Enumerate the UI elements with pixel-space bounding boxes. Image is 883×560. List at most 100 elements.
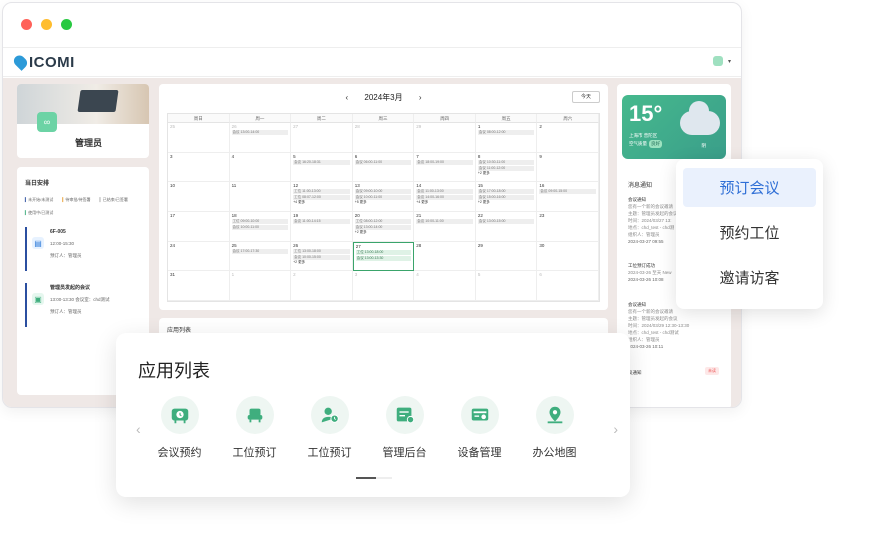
calendar-day[interactable]: 26 工位 13:00-18:00 会议 10:00-15:00 +2 更多 (291, 241, 353, 272)
more-events-link[interactable]: +2 更多 (478, 171, 535, 176)
schedule-item[interactable]: ▤ 6F-005 12:00-15:30 预订人：管理员 (25, 227, 141, 271)
calendar-day[interactable]: 20 工位 08:00-12:00 会议 13:00-14:00 +2 更多 (352, 211, 415, 242)
calendar-day[interactable]: 19 会议 11:00-14:15 (291, 211, 353, 242)
calendar-day[interactable]: 29 (414, 123, 476, 153)
calendar-day[interactable]: 4 (414, 271, 476, 301)
calendar-day[interactable]: 10 (168, 182, 230, 212)
carousel-prev-button[interactable]: ‹ (136, 421, 141, 437)
calendar-day[interactable]: 6 (537, 271, 599, 301)
calendar-day[interactable]: 21 会议 10:00-11:00 (414, 211, 476, 242)
more-events-link[interactable]: +2 更多 (478, 200, 535, 205)
calendar-day[interactable]: 18 工位 09:00-10:00 会议 10:00-11:00 (229, 211, 292, 242)
calendar-day[interactable]: 2 (291, 271, 353, 301)
calendar-day[interactable]: 3 (352, 271, 415, 301)
calendar-event[interactable]: 会议 10:00-11:00 (231, 224, 289, 230)
calendar-event[interactable]: 会议 06:00-11:00 (354, 159, 412, 165)
app-device-management[interactable]: 设备管理 (452, 396, 507, 460)
calendar-day[interactable]: 7 会议 18:00-19:00 (414, 152, 476, 183)
calendar-day[interactable]: 28 (414, 241, 476, 272)
legend-item: ▎待审批/待签署 (62, 197, 91, 202)
reserve-desk-option[interactable]: 预约工位 (683, 213, 816, 252)
calendar-event[interactable]: 工位 13:00-18:00 (355, 249, 412, 255)
more-events-link[interactable]: +2 更多 (293, 260, 350, 265)
calendar-day[interactable]: 5 (475, 271, 538, 301)
calendar-day[interactable]: 5 会议 16:20-18:31 (291, 152, 353, 183)
schedule-item[interactable]: ▣ 管理员发起的会议 13:00-13:30 会议室：chd测试 预订人：管理员 (25, 283, 141, 327)
carousel-next-button[interactable]: › (613, 421, 618, 437)
app-office-map[interactable]: 办公地图 (527, 396, 582, 460)
calendar-day[interactable]: 1 会议 08:00-12:00 (475, 123, 538, 153)
prev-month-button[interactable]: ‹ (345, 93, 348, 102)
calendar-event[interactable]: 会议 11:00-14:15 (293, 218, 350, 224)
calendar-day[interactable]: 1 (229, 271, 292, 301)
calendar-day[interactable]: 28 (352, 123, 415, 153)
logo[interactable]: ICOMI (11, 53, 75, 71)
avatar[interactable]: ∞ (37, 112, 57, 132)
app-desk-booking[interactable]: 工位预订 (227, 396, 282, 460)
minimize-dot[interactable] (41, 18, 52, 30)
app-switch-icon[interactable] (712, 56, 723, 66)
user-clock-icon (310, 396, 349, 434)
calendar-event[interactable]: 工位 09:00-10:00 (231, 218, 289, 224)
today-button[interactable]: 今天 (571, 91, 600, 103)
calendar-day[interactable]: 8 会议 10:30-11:00 会议 11:00-12:00 +2 更多 (475, 152, 538, 183)
calendar-day[interactable]: 27 工位 13:00-18:00 会议 13:00-13:30 (352, 241, 415, 272)
admin-panel-icon (385, 396, 424, 434)
more-events-link[interactable]: +4 更多 (416, 200, 473, 205)
next-month-button[interactable]: › (419, 93, 422, 102)
calendar-event[interactable]: 会议 17:00-17:30 (231, 248, 289, 254)
app-admin-console[interactable]: 管理后台 (377, 396, 432, 460)
calendar-day[interactable]: 27 (291, 123, 353, 153)
calendar-event[interactable]: 工位 11:00-13:00 (293, 189, 350, 195)
calendar-event[interactable]: 会议 11:00-13:00 (416, 189, 473, 195)
calendar-day[interactable]: 15 会议 17:00-18:00 会议 15:00-16:00 +2 更多 (475, 182, 538, 212)
calendar-day[interactable]: 29 (475, 241, 538, 272)
calendar-event[interactable]: 会议 13:00-15:00 (477, 218, 535, 224)
calendar-day[interactable]: 17 (168, 211, 230, 242)
calendar-day[interactable]: 13 会议 09:00-10:00 会议 10:00-11:00 +5 更多 (352, 182, 415, 212)
app-meeting-booking[interactable]: 会议预约 (152, 396, 207, 460)
day-number: 27 (293, 124, 299, 129)
day-number: 27 (355, 243, 361, 249)
calendar-day[interactable]: 9 (537, 152, 599, 183)
calendar-event[interactable]: 会议 08:00-12:00 (477, 130, 535, 135)
calendar-day[interactable]: 25 会议 17:00-17:30 (229, 241, 292, 272)
calendar-day[interactable]: 25 (168, 123, 230, 153)
calendar-event[interactable]: 工位 08:00-12:00 (354, 218, 412, 224)
calendar-event[interactable]: 会议 13:00-14:00 (231, 130, 289, 135)
maximize-dot[interactable] (61, 18, 72, 30)
calendar-event[interactable]: 会议 18:00-19:00 (416, 159, 473, 165)
calendar-day[interactable]: 26 会议 13:00-14:00 (229, 123, 292, 153)
calendar-event[interactable]: 会议 17:00-18:00 (477, 189, 535, 195)
calendar-event[interactable]: 工位 13:00-18:00 (293, 248, 350, 254)
calendar-day[interactable]: 6 会议 06:00-11:00 (352, 152, 415, 183)
calendar-day[interactable]: 31 (168, 271, 230, 301)
calendar-day[interactable]: 30 (537, 241, 599, 272)
calendar-day[interactable]: 22 会议 13:00-15:00 (475, 211, 538, 242)
more-events-link[interactable]: +2 更多 (355, 230, 412, 235)
calendar-event[interactable]: 会议 09:00-10:00 (354, 189, 412, 195)
calendar-day[interactable]: 23 (537, 211, 599, 242)
carousel-pager[interactable] (356, 477, 392, 479)
calendar-day[interactable]: 4 (229, 152, 292, 183)
close-dot[interactable] (21, 18, 32, 30)
calendar-event[interactable]: 会议 10:30-11:00 (477, 159, 535, 165)
calendar-day[interactable]: 16 会议 09:00-15:00 (537, 182, 599, 212)
calendar-day[interactable]: 3 (168, 152, 230, 183)
calendar-event[interactable]: 会议 09:00-15:00 (539, 189, 596, 195)
calendar-day[interactable]: 24 (168, 241, 230, 272)
invite-visitor-option[interactable]: 邀请访客 (683, 258, 816, 297)
calendar-day[interactable]: 12 工位 11:00-13:00 工位 08:07-12:00 +4 更多 (291, 182, 353, 212)
calendar-event[interactable]: 会议 13:00-13:30 (355, 255, 412, 261)
calendar-event[interactable]: 会议 16:20-18:31 (293, 159, 350, 165)
more-events-link[interactable]: +4 更多 (293, 200, 350, 205)
calendar-event[interactable]: 会议 10:00-11:00 (416, 218, 473, 224)
chevron-down-icon[interactable]: ▾ (728, 58, 731, 65)
calendar-day[interactable]: 11 (229, 182, 292, 212)
calendar-day[interactable]: 14 会议 11:00-13:00 会议 14:00-16:00 +4 更多 (414, 182, 476, 212)
app-desk-booking-2[interactable]: 工位预订 (302, 396, 357, 460)
more-events-link[interactable]: +5 更多 (355, 200, 412, 205)
calendar-day[interactable]: 2 (537, 123, 599, 153)
schedule-booker: 预订人：管理员 (50, 309, 82, 314)
book-meeting-option[interactable]: 预订会议 (683, 168, 816, 207)
